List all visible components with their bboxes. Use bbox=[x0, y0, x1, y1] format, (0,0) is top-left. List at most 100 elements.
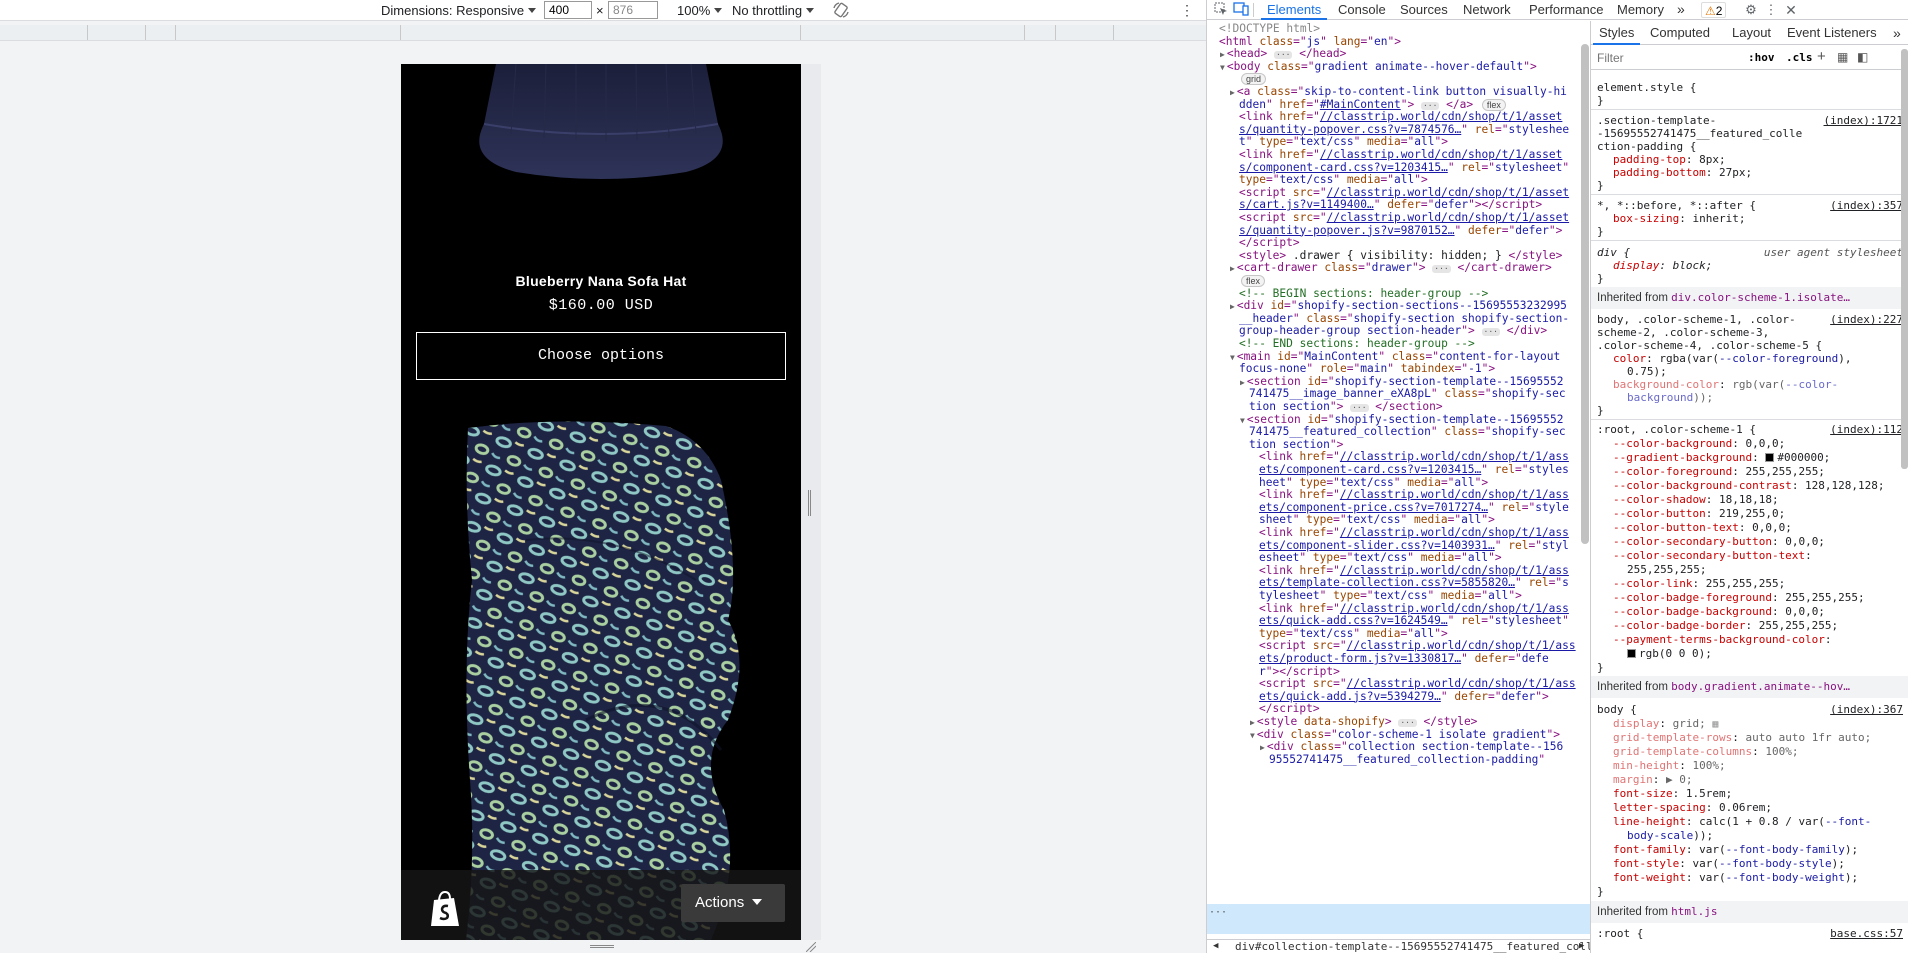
css-variable[interactable]: --color-link: 255,255,255; bbox=[1597, 577, 1785, 590]
width-input[interactable] bbox=[544, 1, 592, 19]
dom-node-line[interactable]: r"></script> bbox=[1259, 665, 1340, 678]
dom-breadcrumb[interactable]: ◀ div#collection-template--15695552741475… bbox=[1207, 939, 1590, 953]
dom-node-line[interactable]: <link href="//classtrip.world/cdn/shop/t… bbox=[1259, 450, 1569, 463]
tab-memory[interactable]: Memory bbox=[1611, 0, 1670, 20]
dom-node-line[interactable]: ▼ <div class="color-scheme-1 isolate grad… bbox=[1250, 728, 1560, 741]
dom-node-line[interactable]: sheet" type="text/css" media="all"> bbox=[1259, 513, 1495, 526]
css-declaration[interactable]: display: grid; ▦ bbox=[1597, 717, 1718, 730]
css-variable[interactable]: --color-button-text: 0,0,0; bbox=[1597, 521, 1792, 534]
dom-node-line[interactable]: <script src="//classtrip.world/cdn/shop/… bbox=[1239, 211, 1569, 224]
rule-element-style[interactable]: element.style { bbox=[1597, 81, 1696, 94]
gear-icon[interactable]: ⚙ bbox=[1743, 2, 1759, 18]
dom-node-line[interactable]: type="text/css" media="all"> bbox=[1259, 627, 1448, 640]
dom-node-line[interactable]: ets/component-price.css?v=7017274…" rel=… bbox=[1259, 501, 1569, 514]
css-variable[interactable]: --color-background: 0,0,0; bbox=[1597, 437, 1785, 450]
expand-triangle-icon[interactable]: ▶ bbox=[1230, 88, 1235, 97]
devtools-menu-icon[interactable]: ⋮ bbox=[1763, 2, 1779, 18]
rule-selector[interactable]: body { bbox=[1597, 703, 1637, 716]
css-declaration[interactable]: min-height: 100%; bbox=[1597, 759, 1726, 772]
device-toolbar-icon[interactable] bbox=[1233, 2, 1249, 18]
styles-filter-input[interactable] bbox=[1597, 49, 1737, 67]
rule-source-link[interactable]: (index):357 bbox=[1830, 199, 1903, 212]
dom-node-line[interactable]: esheet" type="text/css" media="all"> bbox=[1259, 551, 1502, 564]
rule-selector[interactable]: body, .color-scheme-1, .color- bbox=[1597, 313, 1796, 326]
expand-triangle-icon[interactable]: ▶ bbox=[1250, 718, 1255, 727]
breadcrumb-left-arrow-icon[interactable]: ◀ bbox=[1213, 940, 1218, 953]
css-variable[interactable]: --color-secondary-button: 0,0,0; bbox=[1597, 535, 1825, 548]
dom-node-line[interactable]: group-header-group section-header"> ··· … bbox=[1239, 324, 1547, 337]
dom-scrollbar[interactable] bbox=[1581, 44, 1589, 544]
inherited-element-link[interactable]: div.color-scheme-1.isolate… bbox=[1671, 291, 1850, 304]
css-variable[interactable]: --payment-terms-background-color: bbox=[1597, 633, 1832, 646]
rule-selector[interactable]: *, *::before, *::after { bbox=[1597, 199, 1756, 212]
rule-source-link[interactable]: (index):367 bbox=[1830, 703, 1903, 716]
dom-node-line[interactable]: <link href="//classtrip.world/cdn/shop/t… bbox=[1239, 110, 1562, 123]
expand-triangle-icon[interactable]: ▶ bbox=[1230, 264, 1235, 273]
bottom-resize-handle[interactable] bbox=[590, 945, 614, 948]
zoom-select[interactable]: 100% bbox=[677, 2, 722, 19]
dom-node-line[interactable]: tylesheet" type="text/css" media="all"> bbox=[1259, 589, 1522, 602]
css-variable[interactable]: --color-foreground: 255,255,255; bbox=[1597, 465, 1825, 478]
styles-scrollbar[interactable] bbox=[1901, 49, 1908, 469]
css-declaration[interactable]: display: block; bbox=[1597, 259, 1712, 272]
dom-node-line[interactable]: <link href="//classtrip.world/cdn/shop/t… bbox=[1259, 564, 1569, 577]
css-declaration[interactable]: grid-template-columns: 100%; bbox=[1597, 745, 1798, 758]
dom-node-line[interactable]: ets/quick-add.css?v=1624549…" rel="style… bbox=[1259, 614, 1569, 627]
rule-selector[interactable]: .section-template- bbox=[1597, 114, 1716, 127]
css-variable[interactable]: --color-button: 219,255,0; bbox=[1597, 507, 1785, 520]
warnings-badge[interactable]: ⚠2 bbox=[1701, 2, 1727, 18]
node-ellipsis-icon[interactable]: ··· bbox=[1209, 907, 1227, 918]
tab-layout[interactable]: Layout bbox=[1726, 23, 1777, 45]
more-style-tabs-icon[interactable]: » bbox=[1887, 23, 1907, 45]
dom-node-line[interactable]: ▶ <a class="skip-to-content-link button v… bbox=[1230, 85, 1567, 98]
color-swatch[interactable] bbox=[1627, 649, 1636, 658]
tab-console[interactable]: Console bbox=[1332, 0, 1392, 20]
css-variable[interactable]: --color-badge-border: 255,255,255; bbox=[1597, 619, 1838, 632]
dimensions-select[interactable]: Dimensions: Responsive bbox=[381, 2, 536, 19]
dom-node-line[interactable]: <link href="//classtrip.world/cdn/shop/t… bbox=[1259, 526, 1569, 539]
tab-network[interactable]: Network bbox=[1457, 0, 1517, 20]
dom-node-line[interactable]: ▼ <main id="MainContent" class="content-f… bbox=[1230, 350, 1560, 363]
css-variable[interactable]: --color-shadow: 18,18,18; bbox=[1597, 493, 1779, 506]
breadcrumb-right-arrow-icon[interactable]: ▶ bbox=[1579, 940, 1584, 953]
dom-node-line[interactable]: s/component-card.css?v=1203415…" rel="st… bbox=[1239, 161, 1569, 174]
dom-node-line[interactable]: __header" class="shopify-section shopify… bbox=[1239, 312, 1569, 325]
choose-options-button[interactable]: Choose options bbox=[416, 332, 786, 380]
rule-source-link[interactable]: (index):1721 bbox=[1824, 114, 1903, 127]
dom-node-line[interactable]: <!-- END sections: header-group --> bbox=[1239, 337, 1475, 350]
css-declaration[interactable]: line-height: calc(1 + 0.8 / var(--font- bbox=[1597, 815, 1871, 828]
css-declaration[interactable]: letter-spacing: 0.06rem; bbox=[1597, 801, 1772, 814]
css-variable[interactable]: --color-background-contrast: 128,128,128… bbox=[1597, 479, 1885, 492]
css-declaration[interactable]: padding-top: 8px; bbox=[1597, 153, 1726, 166]
dom-node-line[interactable]: 741475__image_banner_eXA8pL" class="shop… bbox=[1249, 387, 1566, 400]
product-title[interactable]: Blueberry Nana Sofa Hat bbox=[401, 273, 801, 289]
scarf-product-image[interactable] bbox=[466, 420, 746, 940]
css-declaration[interactable]: grid-template-rows: auto auto 1fr auto; bbox=[1597, 731, 1871, 744]
dom-node-line[interactable]: ets/template-collection.css?v=5855820…" … bbox=[1259, 576, 1569, 589]
css-declaration[interactable]: font-family: var(--font-body-family); bbox=[1597, 843, 1858, 856]
dom-node-line[interactable]: grid bbox=[1239, 72, 1267, 86]
dom-node-line[interactable]: s/quantity-popover.js?v=9870152…" defer=… bbox=[1239, 224, 1562, 237]
dom-node-line[interactable]: ▶ <div class="collection section-template… bbox=[1260, 740, 1563, 753]
bucket-hat-image[interactable] bbox=[456, 64, 746, 184]
dom-node-line[interactable]: <link href="//classtrip.world/cdn/shop/t… bbox=[1239, 148, 1562, 161]
sidebar-toggle-icon[interactable]: ◧ bbox=[1857, 50, 1868, 64]
dom-node-line[interactable]: ▶ <section id="shopify-section-template--… bbox=[1240, 375, 1563, 388]
dom-node-line[interactable]: <style> .drawer { visibility: hidden; } … bbox=[1239, 249, 1562, 262]
dom-node-line[interactable]: focus-none" role="main" tabindex="-1"> bbox=[1239, 362, 1495, 375]
rule-source-link[interactable]: base.css:57 bbox=[1830, 927, 1903, 940]
tab-elements[interactable]: Elements bbox=[1261, 0, 1328, 20]
dom-node-line[interactable]: s/quantity-popover.css?v=7874576…" rel="… bbox=[1239, 123, 1569, 136]
expand-triangle-icon[interactable]: ▼ bbox=[1250, 731, 1255, 740]
expand-triangle-icon[interactable]: ▼ bbox=[1230, 353, 1235, 362]
expand-triangle-icon[interactable]: ▼ bbox=[1220, 63, 1225, 72]
expand-triangle-icon[interactable]: ▶ bbox=[1260, 743, 1265, 752]
inspect-element-icon[interactable] bbox=[1213, 2, 1229, 18]
rule-selector[interactable]: div { bbox=[1597, 246, 1630, 259]
tab-event-listeners[interactable]: Event Listeners bbox=[1781, 23, 1883, 45]
media-query-ruler[interactable] bbox=[0, 25, 1206, 41]
expand-triangle-icon[interactable]: ▶ bbox=[1230, 302, 1235, 311]
dom-node-line[interactable]: t" type="text/css" media="all"> bbox=[1239, 135, 1448, 148]
css-declaration[interactable]: background-color: rgb(var(--color- bbox=[1597, 378, 1838, 391]
rotate-icon[interactable] bbox=[832, 1, 850, 18]
